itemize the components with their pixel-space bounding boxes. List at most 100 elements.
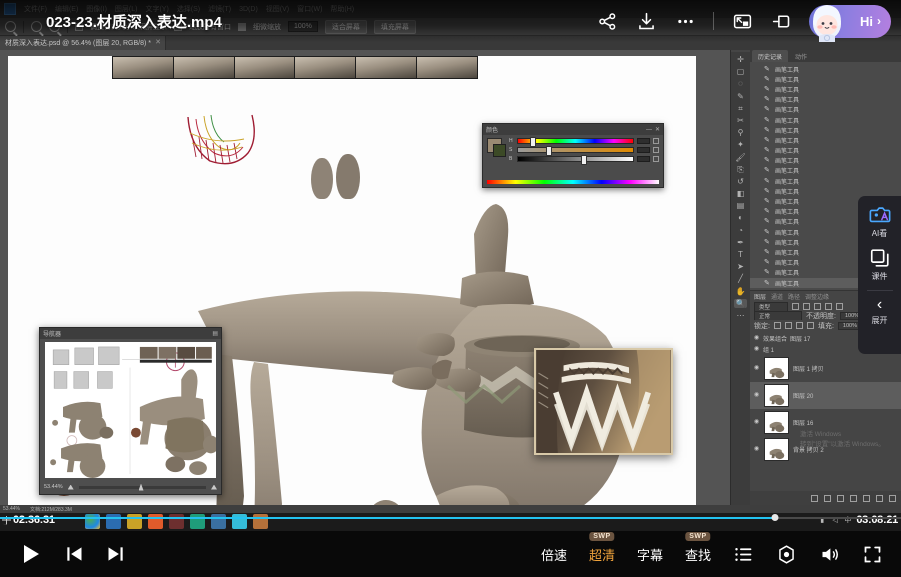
next-button[interactable] — [106, 544, 126, 564]
saturation-slider[interactable] — [517, 147, 634, 153]
quick-select-tool-icon[interactable]: ✎ — [734, 92, 747, 101]
layer-mask-icon[interactable] — [837, 495, 844, 502]
navigator-preview[interactable] — [45, 342, 216, 478]
foreground-background-swatch[interactable] — [487, 138, 502, 153]
navigator-titlebar[interactable]: 导航器 ▤ — [40, 328, 221, 339]
blur-tool-icon[interactable]: ◐ — [734, 213, 747, 222]
move-tool-icon[interactable]: ✛ — [734, 55, 747, 64]
clone-stamp-tool-icon[interactable]: ⎘ — [734, 165, 747, 174]
new-group-icon[interactable] — [863, 495, 870, 502]
panel-menu-icon[interactable]: ▤ — [212, 331, 218, 337]
photoshop-tools-toolbar[interactable]: ✛ ▢ ◌ ✎ ⌗ ✂ ⚲ ✦ 🖌 ⎘ ↺ ◧ ▤ ◐ ◔ ✒ T ➤ ╱ ✋ — [731, 52, 750, 505]
history-entry[interactable]: ✎画笔工具 — [750, 115, 901, 125]
close-icon[interactable]: ✕ — [655, 127, 660, 133]
color-panel-titlebar[interactable]: 颜色 — ✕ — [483, 124, 663, 135]
playback-controls[interactable] — [18, 542, 126, 566]
lock-position-icon[interactable] — [796, 322, 803, 329]
user-avatar-pill[interactable]: Hi › — [809, 5, 891, 38]
navigator-zoom-slider[interactable] — [79, 486, 206, 489]
minimize-icon[interactable]: — — [646, 127, 652, 133]
lock-all-icon[interactable] — [807, 322, 814, 329]
speed-button[interactable]: 倍速 — [541, 545, 567, 564]
saturation-value-field[interactable] — [637, 147, 650, 153]
eyedropper-icon[interactable] — [653, 156, 659, 162]
layer-thumbnail[interactable] — [764, 411, 789, 434]
filter-shape-icon[interactable] — [825, 303, 832, 310]
history-entry[interactable]: ✎画笔工具 — [750, 64, 901, 74]
zoom-in-icon[interactable] — [211, 485, 217, 490]
expand-button[interactable]: ‹ 展开 — [872, 297, 888, 326]
filter-pixel-icon[interactable] — [792, 303, 799, 310]
video-surface[interactable]: 文件(F) 编辑(E) 图像(I) 图层(L) 文字(Y) 选择(S) 滤镜(T… — [0, 0, 901, 531]
eraser-tool-icon[interactable]: ◧ — [734, 189, 747, 198]
history-entry[interactable]: ✎画笔工具 — [750, 135, 901, 145]
settings-icon[interactable] — [776, 544, 797, 565]
color-panel[interactable]: 颜色 — ✕ H — [482, 123, 664, 188]
eye-icon[interactable]: ◉ — [753, 446, 760, 453]
layer-thumbnail[interactable] — [764, 438, 789, 461]
lasso-tool-icon[interactable]: ◌ — [734, 79, 747, 88]
tab-actions[interactable]: 动作 — [789, 50, 813, 62]
new-layer-icon[interactable] — [876, 495, 883, 502]
layers-footer-toolbar[interactable] — [750, 491, 901, 505]
filter-type-icon[interactable] — [814, 303, 821, 310]
quality-button[interactable]: SWP 超清 — [589, 545, 615, 564]
hue-slider-row[interactable]: H — [509, 138, 659, 144]
link-layers-icon[interactable] — [811, 495, 818, 502]
pen-tool-icon[interactable]: ✒ — [734, 238, 747, 247]
eye-icon[interactable]: ◉ — [753, 335, 760, 342]
navigator-panel[interactable]: 导航器 ▤ — [39, 327, 222, 495]
history-entry[interactable]: ✎画笔工具 — [750, 156, 901, 166]
filter-smart-icon[interactable] — [836, 303, 843, 310]
lock-image-icon[interactable] — [785, 322, 792, 329]
search-button[interactable]: SWP 查找 — [685, 545, 711, 564]
progress-handle[interactable] — [771, 514, 778, 521]
history-entry[interactable]: ✎画笔工具 — [750, 166, 901, 176]
history-panel-tabs[interactable]: 历史记录 动作 — [750, 50, 901, 62]
hand-tool-icon[interactable]: ✋ — [734, 287, 747, 296]
history-entry[interactable]: ✎画笔工具 — [750, 176, 901, 186]
crop-tool-icon[interactable]: ⌗ — [734, 104, 747, 113]
previous-button[interactable] — [64, 544, 84, 564]
layers-list[interactable]: ◉效果组合图层 17◉组 1◉图层 1 拷贝◉图层 20◉图层 16◉背景 拷贝… — [750, 331, 901, 491]
subtitle-button[interactable]: 字幕 — [637, 545, 663, 564]
layer-thumbnail[interactable] — [764, 357, 789, 380]
ai-watch-button[interactable]: AI看 — [869, 204, 891, 239]
player-top-actions[interactable]: Hi › — [596, 5, 891, 38]
picture-in-picture-icon[interactable] — [731, 10, 753, 32]
hue-slider[interactable] — [517, 138, 634, 144]
eye-icon[interactable]: ◉ — [753, 419, 760, 426]
video-progress-bar[interactable] — [0, 516, 901, 519]
player-right-controls[interactable]: 倍速 SWP 超清 字幕 SWP 查找 — [541, 544, 883, 565]
download-icon[interactable] — [635, 10, 657, 32]
brightness-value-field[interactable] — [637, 156, 650, 162]
slice-tool-icon[interactable]: ✂ — [734, 116, 747, 125]
tab-paths[interactable]: 路径 — [788, 292, 800, 301]
tab-channels[interactable]: 通道 — [771, 292, 783, 301]
eyedropper-icon[interactable] — [653, 147, 659, 153]
adjustment-layer-icon[interactable] — [850, 495, 857, 502]
more-tools-icon[interactable]: ⋯ — [734, 311, 747, 320]
layer-thumbnail[interactable] — [764, 384, 789, 407]
eye-icon[interactable]: ◉ — [753, 346, 760, 353]
brightness-slider-row[interactable]: B — [509, 156, 659, 162]
healing-brush-tool-icon[interactable]: ✦ — [734, 140, 747, 149]
brightness-slider[interactable] — [517, 156, 634, 162]
history-entry[interactable]: ✎画笔工具 — [750, 125, 901, 135]
more-icon[interactable] — [674, 10, 696, 32]
history-brush-tool-icon[interactable]: ↺ — [734, 177, 747, 186]
history-entry[interactable]: ✎画笔工具 — [750, 95, 901, 105]
layer-row[interactable]: ◉图层 20 — [750, 382, 901, 409]
brush-tool-icon[interactable]: 🖌 — [734, 153, 747, 162]
tab-layers[interactable]: 图层 — [754, 292, 766, 301]
saturation-slider-row[interactable]: S — [509, 147, 659, 153]
hue-value-field[interactable] — [637, 138, 650, 144]
courseware-button[interactable]: 课件 — [869, 247, 891, 282]
history-entry[interactable]: ✎画笔工具 — [750, 74, 901, 84]
lock-transparent-icon[interactable] — [774, 322, 781, 329]
fullscreen-icon[interactable] — [862, 544, 883, 565]
zoom-out-icon[interactable] — [68, 485, 74, 490]
cast-icon[interactable] — [770, 10, 792, 32]
dodge-tool-icon[interactable]: ◔ — [734, 226, 747, 235]
eyedropper-tool-icon[interactable]: ⚲ — [734, 128, 747, 137]
